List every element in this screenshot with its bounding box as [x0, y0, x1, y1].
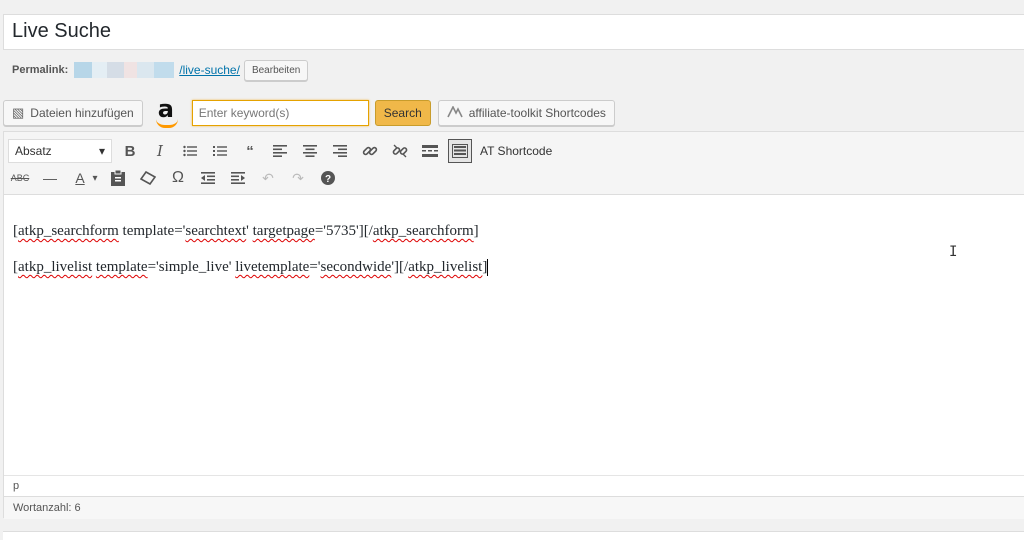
editor-content[interactable]: [atkp_searchform template='searchtext' t… — [13, 220, 489, 292]
unlink-icon[interactable] — [388, 139, 412, 163]
special-character-icon[interactable]: Ω — [166, 166, 190, 190]
media-buttons-row: ▧ Dateien hinzufügen a Enter keyword(s) … — [3, 95, 615, 128]
chevron-down-icon: ▾ — [98, 144, 105, 158]
post-title-field[interactable]: Live Suche — [3, 14, 1024, 50]
search-button[interactable]: Search — [374, 100, 431, 126]
shortcode-line-searchform[interactable]: [atkp_searchform template='searchtext' t… — [13, 220, 488, 242]
element-path-bar: p — [4, 475, 1024, 497]
svg-text:?: ? — [325, 174, 331, 185]
element-path[interactable]: p — [13, 480, 19, 492]
toolbar-toggle-icon[interactable] — [448, 139, 472, 163]
format-select[interactable]: Absatz ▾ — [8, 139, 112, 163]
permalink-slug-link[interactable]: /live-suche/ — [179, 63, 240, 77]
text-color-icon[interactable]: A — [68, 166, 92, 190]
paste-text-icon[interactable] — [106, 166, 130, 190]
align-center-icon[interactable] — [298, 139, 322, 163]
read-more-icon[interactable] — [418, 139, 442, 163]
post-title-text[interactable]: Live Suche — [12, 20, 111, 43]
permalink-base-url-redacted — [74, 62, 175, 78]
keyword-search-input[interactable]: Enter keyword(s) — [191, 100, 369, 126]
blockquote-icon[interactable]: “ — [238, 139, 262, 163]
add-media-icon: ▧ — [12, 105, 25, 120]
align-right-icon[interactable] — [328, 139, 352, 163]
clear-formatting-icon[interactable] — [136, 166, 160, 190]
permalink-label: Permalink: — [12, 64, 69, 76]
indent-icon[interactable] — [226, 166, 250, 190]
at-shortcode-button[interactable]: AT Shortcode — [480, 144, 552, 158]
bold-icon[interactable]: B — [118, 139, 142, 163]
word-count-bar: Wortanzahl: 6 — [4, 496, 1024, 519]
affiliate-toolkit-label: affiliate-toolkit Shortcodes — [468, 106, 606, 120]
word-count: Wortanzahl: 6 — [13, 502, 81, 514]
affiliate-toolkit-icon — [447, 104, 463, 121]
permalink-bar: Permalink: /live-suche/ Bearbeiten — [12, 58, 309, 82]
text-caret — [487, 259, 489, 277]
amazon-logo-icon: a — [155, 95, 185, 128]
align-left-icon[interactable] — [268, 139, 292, 163]
outdent-icon[interactable] — [196, 166, 220, 190]
editor-toolbar: Absatz ▾ B I “ AT Shortcode ABC — A ▾ Ω … — [4, 132, 1024, 195]
numbered-list-icon[interactable] — [208, 139, 232, 163]
strikethrough-icon[interactable]: ABC — [8, 166, 32, 190]
help-icon[interactable]: ? — [316, 166, 340, 190]
bullet-list-icon[interactable] — [178, 139, 202, 163]
add-media-label: Dateien hinzufügen — [30, 106, 134, 120]
undo-icon[interactable]: ↶ — [256, 166, 280, 190]
shortcode-line-livelist[interactable]: [atkp_livelist template='simple_live' li… — [13, 256, 489, 278]
horizontal-line-icon[interactable]: — — [38, 166, 62, 190]
link-icon[interactable] — [358, 139, 382, 163]
redo-icon[interactable]: ↷ — [286, 166, 310, 190]
format-select-value: Absatz — [15, 144, 52, 158]
add-media-button[interactable]: ▧ Dateien hinzufügen — [3, 100, 143, 126]
text-color-dropdown-icon[interactable]: ▾ — [90, 166, 100, 190]
affiliate-toolkit-shortcodes-button[interactable]: affiliate-toolkit Shortcodes — [437, 100, 615, 126]
italic-icon[interactable]: I — [148, 139, 172, 163]
editor: Absatz ▾ B I “ AT Shortcode ABC — A ▾ Ω … — [3, 131, 1024, 519]
permalink-edit-button[interactable]: Bearbeiten — [243, 59, 309, 81]
mouse-ibeam-cursor-icon: I — [949, 244, 958, 260]
